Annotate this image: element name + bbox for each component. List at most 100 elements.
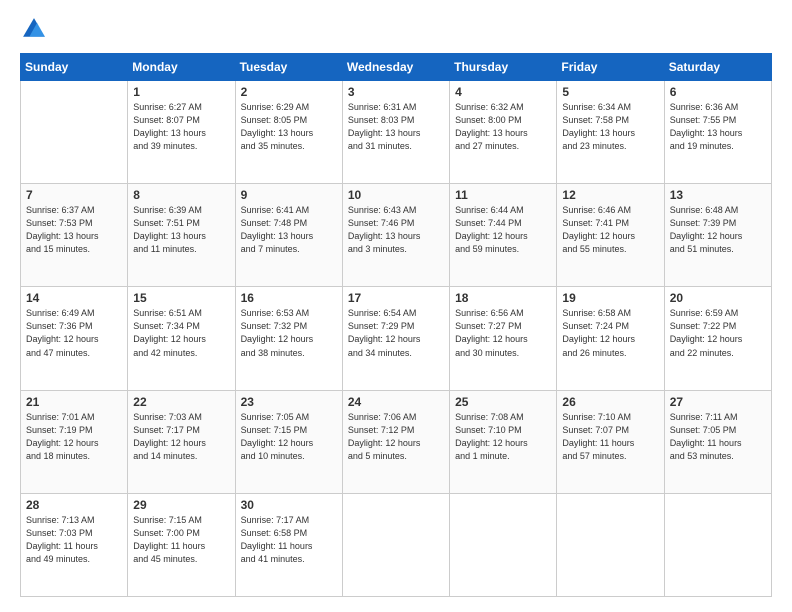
- day-number: 18: [455, 291, 551, 305]
- day-info: Sunrise: 6:51 AM Sunset: 7:34 PM Dayligh…: [133, 307, 229, 359]
- calendar-cell: 7 Sunrise: 6:37 AM Sunset: 7:53 PM Daylig…: [21, 184, 128, 287]
- day-number: 10: [348, 188, 444, 202]
- day-info: Sunrise: 6:41 AM Sunset: 7:48 PM Dayligh…: [241, 204, 337, 256]
- calendar-day-header: Thursday: [450, 54, 557, 81]
- logo: [20, 15, 52, 43]
- calendar-cell: 20Sunrise: 6:59 AM Sunset: 7:22 PM Dayli…: [664, 287, 771, 390]
- calendar-cell: 3 Sunrise: 6:31 AM Sunset: 8:03 PM Daylig…: [342, 81, 449, 184]
- day-info: Sunrise: 7:06 AM Sunset: 7:12 PM Dayligh…: [348, 411, 444, 463]
- day-info: Sunrise: 6:37 AM Sunset: 7:53 PM Dayligh…: [26, 204, 122, 256]
- calendar-week-row: 7 Sunrise: 6:37 AM Sunset: 7:53 PM Daylig…: [21, 184, 772, 287]
- calendar-page: SundayMondayTuesdayWednesdayThursdayFrid…: [0, 0, 792, 612]
- day-number: 24: [348, 395, 444, 409]
- day-info: Sunrise: 7:08 AM Sunset: 7:10 PM Dayligh…: [455, 411, 551, 463]
- day-number: 23: [241, 395, 337, 409]
- calendar-cell: 28Sunrise: 7:13 AM Sunset: 7:03 PM Dayli…: [21, 493, 128, 596]
- calendar-day-header: Monday: [128, 54, 235, 81]
- day-number: 11: [455, 188, 551, 202]
- day-info: Sunrise: 6:53 AM Sunset: 7:32 PM Dayligh…: [241, 307, 337, 359]
- calendar-cell: 18Sunrise: 6:56 AM Sunset: 7:27 PM Dayli…: [450, 287, 557, 390]
- calendar-cell: 2 Sunrise: 6:29 AM Sunset: 8:05 PM Daylig…: [235, 81, 342, 184]
- day-number: 21: [26, 395, 122, 409]
- day-info: Sunrise: 6:29 AM Sunset: 8:05 PM Dayligh…: [241, 101, 337, 153]
- calendar-cell: 13 Sunrise: 6:48 AM Sunset: 7:39 PM Dayli…: [664, 184, 771, 287]
- calendar-week-row: 1 Sunrise: 6:27 AM Sunset: 8:07 PM Daylig…: [21, 81, 772, 184]
- day-number: 5: [562, 85, 658, 99]
- calendar-cell: [450, 493, 557, 596]
- calendar-day-header: Wednesday: [342, 54, 449, 81]
- day-number: 13: [670, 188, 766, 202]
- day-info: Sunrise: 6:27 AM Sunset: 8:07 PM Dayligh…: [133, 101, 229, 153]
- day-info: Sunrise: 7:15 AM Sunset: 7:00 PM Dayligh…: [133, 514, 229, 566]
- day-number: 2: [241, 85, 337, 99]
- calendar-cell: 24 Sunrise: 7:06 AM Sunset: 7:12 PM Dayli…: [342, 390, 449, 493]
- day-info: Sunrise: 6:48 AM Sunset: 7:39 PM Dayligh…: [670, 204, 766, 256]
- day-info: Sunrise: 7:05 AM Sunset: 7:15 PM Dayligh…: [241, 411, 337, 463]
- day-number: 6: [670, 85, 766, 99]
- calendar-cell: 26 Sunrise: 7:10 AM Sunset: 7:07 PM Dayli…: [557, 390, 664, 493]
- calendar-cell: 29Sunrise: 7:15 AM Sunset: 7:00 PM Dayli…: [128, 493, 235, 596]
- day-info: Sunrise: 7:17 AM Sunset: 6:58 PM Dayligh…: [241, 514, 337, 566]
- calendar-cell: 4Sunrise: 6:32 AM Sunset: 8:00 PM Daylig…: [450, 81, 557, 184]
- calendar-cell: 12 Sunrise: 6:46 AM Sunset: 7:41 PM Dayli…: [557, 184, 664, 287]
- calendar-week-row: 14Sunrise: 6:49 AM Sunset: 7:36 PM Dayli…: [21, 287, 772, 390]
- calendar-cell: 21 Sunrise: 7:01 AM Sunset: 7:19 PM Dayli…: [21, 390, 128, 493]
- day-number: 20: [670, 291, 766, 305]
- calendar-cell: 30 Sunrise: 7:17 AM Sunset: 6:58 PM Dayli…: [235, 493, 342, 596]
- calendar-cell: 6 Sunrise: 6:36 AM Sunset: 7:55 PM Daylig…: [664, 81, 771, 184]
- day-info: Sunrise: 7:01 AM Sunset: 7:19 PM Dayligh…: [26, 411, 122, 463]
- calendar-cell: [664, 493, 771, 596]
- calendar-day-header: Tuesday: [235, 54, 342, 81]
- calendar-cell: 15 Sunrise: 6:51 AM Sunset: 7:34 PM Dayli…: [128, 287, 235, 390]
- day-info: Sunrise: 7:10 AM Sunset: 7:07 PM Dayligh…: [562, 411, 658, 463]
- calendar-cell: [557, 493, 664, 596]
- calendar-cell: 11 Sunrise: 6:44 AM Sunset: 7:44 PM Dayli…: [450, 184, 557, 287]
- calendar-cell: 9 Sunrise: 6:41 AM Sunset: 7:48 PM Daylig…: [235, 184, 342, 287]
- calendar-cell: 23 Sunrise: 7:05 AM Sunset: 7:15 PM Dayli…: [235, 390, 342, 493]
- calendar-cell: 16 Sunrise: 6:53 AM Sunset: 7:32 PM Dayli…: [235, 287, 342, 390]
- day-number: 1: [133, 85, 229, 99]
- calendar-cell: 17 Sunrise: 6:54 AM Sunset: 7:29 PM Dayli…: [342, 287, 449, 390]
- calendar-week-row: 21 Sunrise: 7:01 AM Sunset: 7:19 PM Dayli…: [21, 390, 772, 493]
- day-info: Sunrise: 7:11 AM Sunset: 7:05 PM Dayligh…: [670, 411, 766, 463]
- day-number: 27: [670, 395, 766, 409]
- day-number: 12: [562, 188, 658, 202]
- day-number: 7: [26, 188, 122, 202]
- day-number: 22: [133, 395, 229, 409]
- day-number: 8: [133, 188, 229, 202]
- calendar-cell: 14Sunrise: 6:49 AM Sunset: 7:36 PM Dayli…: [21, 287, 128, 390]
- calendar-cell: 1 Sunrise: 6:27 AM Sunset: 8:07 PM Daylig…: [128, 81, 235, 184]
- day-info: Sunrise: 6:58 AM Sunset: 7:24 PM Dayligh…: [562, 307, 658, 359]
- day-number: 17: [348, 291, 444, 305]
- calendar-day-header: Saturday: [664, 54, 771, 81]
- calendar-day-header: Friday: [557, 54, 664, 81]
- calendar-cell: 10 Sunrise: 6:43 AM Sunset: 7:46 PM Dayli…: [342, 184, 449, 287]
- day-info: Sunrise: 6:54 AM Sunset: 7:29 PM Dayligh…: [348, 307, 444, 359]
- day-info: Sunrise: 6:44 AM Sunset: 7:44 PM Dayligh…: [455, 204, 551, 256]
- day-number: 15: [133, 291, 229, 305]
- day-number: 26: [562, 395, 658, 409]
- day-info: Sunrise: 6:31 AM Sunset: 8:03 PM Dayligh…: [348, 101, 444, 153]
- day-info: Sunrise: 6:36 AM Sunset: 7:55 PM Dayligh…: [670, 101, 766, 153]
- calendar-table: SundayMondayTuesdayWednesdayThursdayFrid…: [20, 53, 772, 597]
- calendar-header-row: SundayMondayTuesdayWednesdayThursdayFrid…: [21, 54, 772, 81]
- day-number: 3: [348, 85, 444, 99]
- day-number: 9: [241, 188, 337, 202]
- day-number: 19: [562, 291, 658, 305]
- calendar-cell: 25 Sunrise: 7:08 AM Sunset: 7:10 PM Dayli…: [450, 390, 557, 493]
- day-info: Sunrise: 6:39 AM Sunset: 7:51 PM Dayligh…: [133, 204, 229, 256]
- day-info: Sunrise: 6:46 AM Sunset: 7:41 PM Dayligh…: [562, 204, 658, 256]
- day-number: 30: [241, 498, 337, 512]
- calendar-cell: 27 Sunrise: 7:11 AM Sunset: 7:05 PM Dayli…: [664, 390, 771, 493]
- day-info: Sunrise: 6:34 AM Sunset: 7:58 PM Dayligh…: [562, 101, 658, 153]
- calendar-cell: 5 Sunrise: 6:34 AM Sunset: 7:58 PM Daylig…: [557, 81, 664, 184]
- calendar-cell: 19 Sunrise: 6:58 AM Sunset: 7:24 PM Dayli…: [557, 287, 664, 390]
- calendar-cell: 22Sunrise: 7:03 AM Sunset: 7:17 PM Dayli…: [128, 390, 235, 493]
- day-info: Sunrise: 7:13 AM Sunset: 7:03 PM Dayligh…: [26, 514, 122, 566]
- day-info: Sunrise: 6:43 AM Sunset: 7:46 PM Dayligh…: [348, 204, 444, 256]
- day-info: Sunrise: 6:32 AM Sunset: 8:00 PM Dayligh…: [455, 101, 551, 153]
- day-number: 25: [455, 395, 551, 409]
- calendar-day-header: Sunday: [21, 54, 128, 81]
- day-number: 16: [241, 291, 337, 305]
- calendar-cell: [21, 81, 128, 184]
